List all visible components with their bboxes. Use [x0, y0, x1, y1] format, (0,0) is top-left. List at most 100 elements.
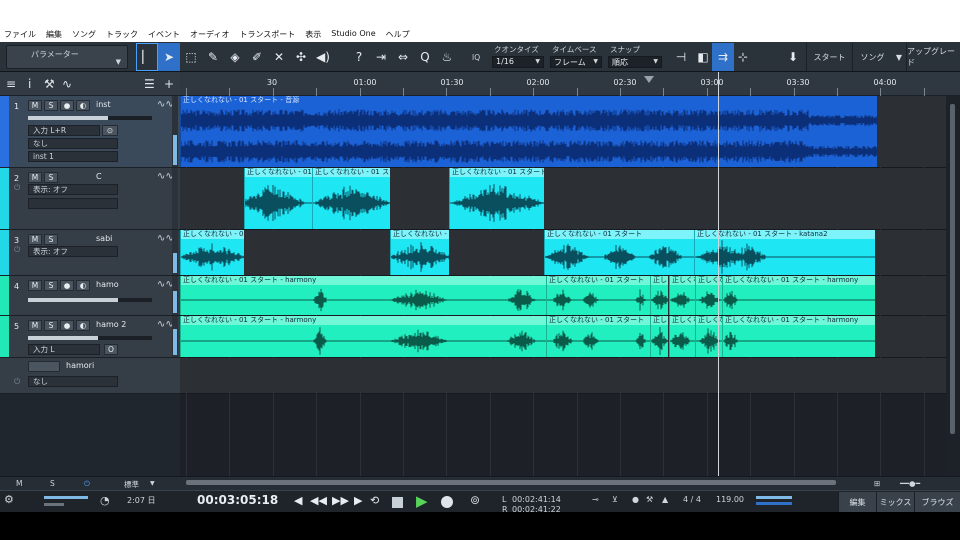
- rewind-icon[interactable]: ◀◀: [310, 494, 327, 507]
- audio-event[interactable]: 正しくなれない - 01 スタート: [546, 316, 650, 357]
- follow-icon[interactable]: ⇔: [392, 43, 414, 71]
- menu-item[interactable]: オーディオ: [190, 29, 229, 40]
- view-select[interactable]: 表示: オフ: [28, 184, 118, 195]
- monitor-button[interactable]: ◐: [76, 320, 90, 331]
- arrange-view[interactable]: 正しくなれない - 01 スタート - 音源 正しくなれない - 01 正しくなれな…: [180, 96, 946, 476]
- mute-tool-icon[interactable]: ✕: [268, 43, 290, 71]
- volume-fader[interactable]: [28, 336, 152, 340]
- grid-icon[interactable]: ◧: [692, 43, 714, 71]
- output-select[interactable]: なし: [28, 138, 118, 149]
- split-tool-icon[interactable]: ✎: [202, 43, 224, 71]
- input-select[interactable]: 入力 L+R: [28, 125, 100, 136]
- mute-all-button[interactable]: M: [16, 479, 22, 488]
- volume-fader[interactable]: [28, 298, 152, 302]
- solo-button[interactable]: S: [44, 280, 58, 291]
- solo-button[interactable]: S: [44, 320, 58, 331]
- menu-item[interactable]: ヘルプ: [386, 29, 410, 40]
- track-header[interactable]: 2 M S C ∿∿ ⏻ 表示: オフ: [0, 168, 180, 230]
- track-name[interactable]: hamori: [66, 361, 94, 370]
- record-arm-button[interactable]: ●: [60, 280, 74, 291]
- listen-tool-icon[interactable]: ◀): [312, 43, 334, 71]
- power-icon[interactable]: ⏻: [84, 479, 90, 489]
- play-icon[interactable]: ▶: [416, 492, 428, 510]
- info-icon[interactable]: i: [28, 77, 31, 91]
- mute-button[interactable]: M: [28, 100, 42, 111]
- audio-event[interactable]: 正しくなれない - 01 スタート: [312, 168, 390, 229]
- track-header[interactable]: 5 M S ● ◐ hamo 2 ∿∿ 入力 LO: [0, 316, 180, 358]
- mix-view-button[interactable]: ミックス: [876, 492, 914, 512]
- power-icon[interactable]: ⏻: [14, 183, 20, 193]
- track-lane[interactable]: [180, 358, 946, 394]
- vertical-scrollbar[interactable]: [946, 96, 960, 476]
- marker-icon[interactable]: ▏: [136, 43, 158, 71]
- zoom-icon[interactable]: ⊞: [874, 479, 880, 488]
- snap-to-cursor-icon[interactable]: ⇉: [712, 43, 734, 71]
- punch-icon[interactable]: ⊚: [470, 493, 480, 507]
- record-arm-button[interactable]: ●: [60, 320, 74, 331]
- timeline-ruler[interactable]: 30 01:00 01:30 02:00 02:30 03:00 03:30 04:00: [180, 72, 960, 96]
- range-tool-icon[interactable]: ⬚: [180, 43, 202, 71]
- track-name[interactable]: hamo 2: [96, 320, 126, 329]
- tempo-display[interactable]: 119.00: [716, 495, 744, 504]
- audio-event[interactable]: 正しくなれない - 01 スタート - 音源: [180, 96, 877, 167]
- audio-event[interactable]: 正しくなれない - 01: [244, 168, 312, 229]
- iq-label[interactable]: IQ: [472, 53, 480, 62]
- record-icon[interactable]: [441, 496, 453, 508]
- timebase-select[interactable]: フレーム ▼: [550, 56, 602, 68]
- loop-left-time[interactable]: 00:02:41:14: [512, 495, 561, 504]
- upgrade-button[interactable]: アップグレード: [906, 43, 960, 71]
- power-icon[interactable]: ⏻: [14, 245, 20, 255]
- input-select[interactable]: 入力 L: [28, 344, 100, 355]
- forward-end-icon[interactable]: ▶: [354, 494, 362, 507]
- menu-item[interactable]: ファイル: [4, 29, 36, 40]
- metronome-settings-icon[interactable]: ⚒: [646, 495, 653, 504]
- mute-button[interactable]: M: [28, 234, 42, 245]
- solo-button[interactable]: S: [44, 234, 58, 245]
- view-select[interactable]: 表示: オフ: [28, 246, 118, 257]
- menu-item[interactable]: イベント: [148, 29, 180, 40]
- mute-button[interactable]: M: [28, 172, 42, 183]
- loop-marker-icon[interactable]: [644, 76, 654, 83]
- o-button[interactable]: O: [104, 344, 118, 355]
- audio-event[interactable]: 正しくなれない - 01 スタート - harmony: [180, 316, 546, 357]
- audio-event[interactable]: 正しくなれない - 01 スタート: [546, 276, 650, 315]
- automation-icon[interactable]: ∿: [62, 77, 72, 91]
- monitor-button[interactable]: ◐: [76, 100, 90, 111]
- browse-view-button[interactable]: ブラウズ: [914, 492, 960, 512]
- track-name[interactable]: sabi: [96, 234, 112, 243]
- auto-scroll-icon[interactable]: ⇥: [370, 43, 392, 71]
- track-header[interactable]: 4 M S ● ◐ hamo ∿∿: [0, 276, 180, 316]
- bend-tool-icon[interactable]: ✣: [290, 43, 312, 71]
- track-header[interactable]: 3 M Ssabi ∿∿ ⏻ 表示: オフ: [0, 230, 180, 276]
- power-icon[interactable]: ⏻: [14, 377, 20, 387]
- audio-event[interactable]: 正しくなれない - 01 スタート - harmony: [180, 276, 546, 315]
- mute-button[interactable]: M: [28, 280, 42, 291]
- start-button[interactable]: スタート: [806, 43, 852, 71]
- add-track-icon[interactable]: +: [164, 77, 174, 91]
- volume-fader[interactable]: [28, 116, 152, 120]
- quantize-select[interactable]: 1/16 ▼: [492, 56, 544, 68]
- audio-event[interactable]: 正しくなれない - 01 スタート: [449, 168, 544, 229]
- audio-event[interactable]: 正しくなれない - 01 スタート: [544, 230, 694, 275]
- zoom-slider[interactable]: ━━●━: [900, 479, 920, 488]
- rewind-start-icon[interactable]: ◀: [294, 494, 302, 507]
- height-preset[interactable]: 標準: [124, 479, 139, 490]
- record-mode-icon[interactable]: ●: [632, 495, 639, 504]
- precount-icon[interactable]: ⊸: [592, 495, 599, 504]
- horizontal-scrollbar[interactable]: [186, 480, 836, 485]
- list-icon[interactable]: ☰: [144, 77, 155, 91]
- audio-event[interactable]: 正しくなれない - 01: [390, 230, 449, 275]
- audio-event[interactable]: 正しくなれない - 01: [180, 230, 244, 275]
- chevron-down-icon[interactable]: ▼: [892, 43, 906, 71]
- stop-icon[interactable]: [392, 497, 403, 508]
- solo-button[interactable]: S: [44, 100, 58, 111]
- empty-slot[interactable]: [28, 198, 118, 209]
- menu-item[interactable]: トランスポート: [239, 29, 295, 40]
- menu-item[interactable]: 表示: [305, 29, 321, 40]
- input-toggle[interactable]: ⊙: [102, 125, 118, 136]
- snap-select[interactable]: 順応 ▼: [608, 56, 662, 68]
- instrument-select[interactable]: inst 1: [28, 151, 118, 162]
- menu-item[interactable]: Studio One: [331, 29, 375, 40]
- chevron-down-icon[interactable]: ▼: [150, 480, 155, 487]
- menu-item[interactable]: トラック: [106, 29, 138, 40]
